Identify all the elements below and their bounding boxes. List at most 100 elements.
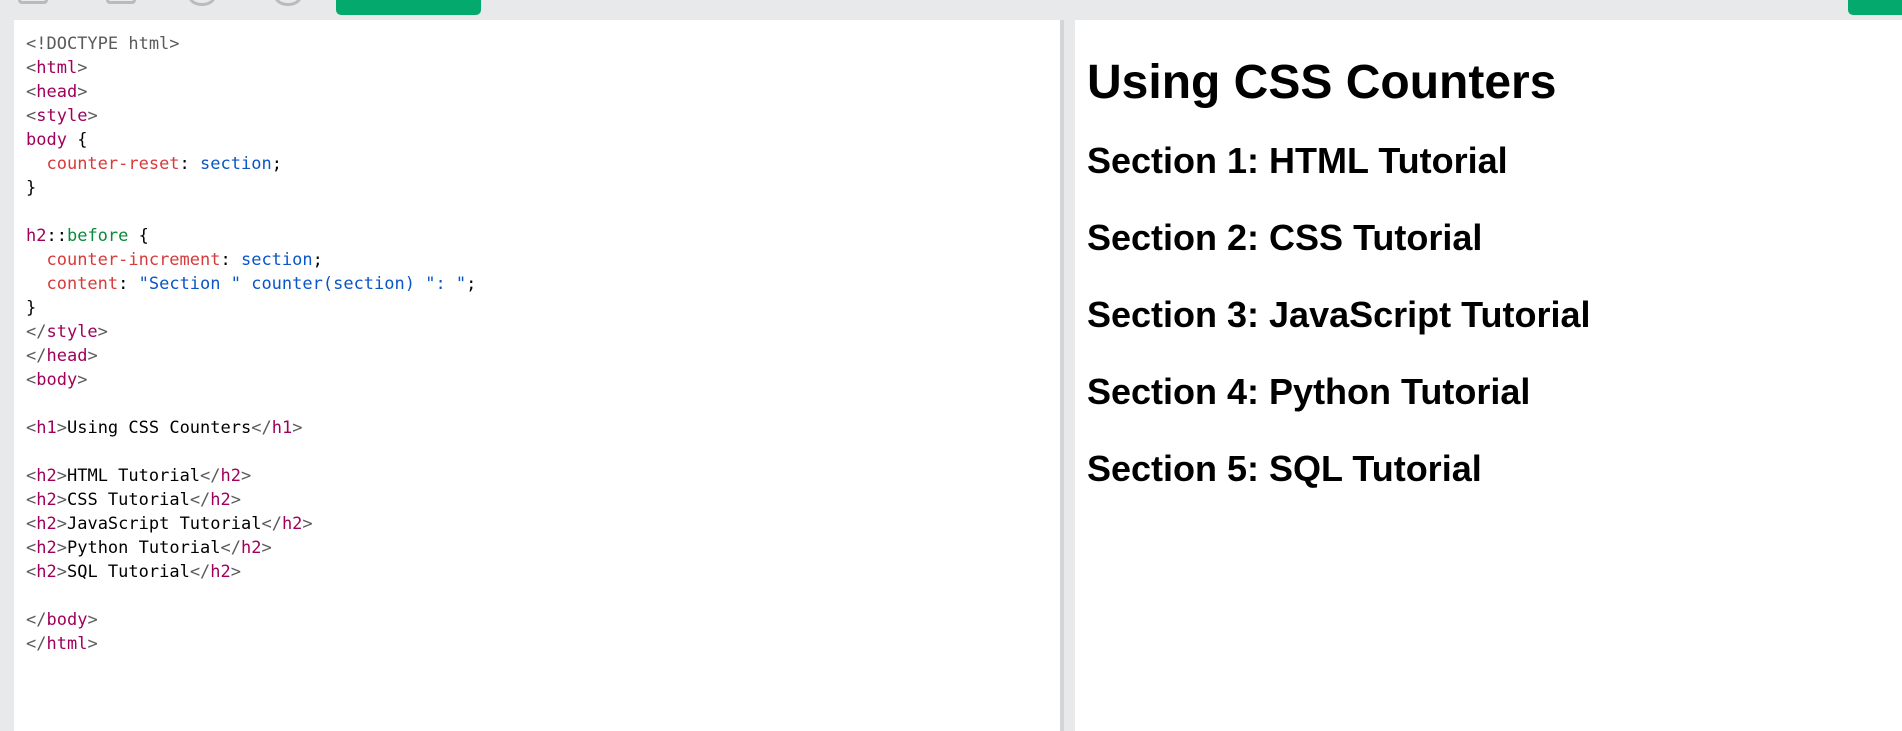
code-line[interactable]: h2::before { [26,224,1060,248]
code-token: section [333,274,405,294]
code-token: < [26,106,37,126]
code-token: > [241,466,252,486]
code-line[interactable]: </style> [26,320,1060,344]
preview-section-heading: Section 2: CSS Tutorial [1087,217,1483,258]
code-line[interactable]: <!DOCTYPE html> [26,32,1060,56]
code-line[interactable]: <h2>SQL Tutorial</h2> [26,560,1060,584]
home-icon[interactable] [106,0,136,4]
code-token: :: [46,226,67,246]
code-token: < [26,490,37,510]
menu-icon[interactable] [18,0,48,4]
code-line[interactable] [26,440,1060,464]
code-line[interactable]: <h2>CSS Tutorial</h2> [26,488,1060,512]
code-token: h2 [36,538,57,558]
code-token: SQL Tutorial [66,562,190,582]
code-token: section [200,154,272,174]
code-line[interactable]: content: "Section " counter(section) ": … [26,272,1060,296]
code-token: counter-increment [46,250,221,270]
code-token: > [56,466,67,486]
code-token: before [66,226,129,246]
code-editor[interactable]: <!DOCTYPE html> <html> <head> <style> body {… [14,20,1060,731]
code-token: > [292,418,303,438]
code-token: } [26,178,37,198]
code-token: : [118,274,139,294]
code-line[interactable]: } [26,296,1060,320]
code-line[interactable] [26,584,1060,608]
code-line[interactable] [26,392,1060,416]
code-token: JavaScript Tutorial [66,514,262,534]
code-line[interactable]: </body> [26,608,1060,632]
code-line[interactable]: <h2>HTML Tutorial</h2> [26,464,1060,488]
code-token: Using CSS Counters [66,418,252,438]
code-line[interactable]: body { [26,128,1060,152]
code-token: > [87,610,98,630]
code-text[interactable]: <!DOCTYPE html> <html> <head> <style> body {… [26,32,1060,656]
code-token: } [26,298,37,318]
code-token: > [56,418,67,438]
code-line[interactable]: } [26,176,1060,200]
code-token: "Section " counter( [138,274,334,294]
code-token: < [26,466,37,486]
code-token: < [26,418,37,438]
code-token: : [220,250,241,270]
code-token: ) ": " [404,274,467,294]
code-token: h1 [36,418,57,438]
run-button[interactable] [336,0,481,15]
code-token: { [128,226,149,246]
code-line[interactable]: counter-increment: section; [26,248,1060,272]
code-token: h2 [281,514,303,534]
get-website-button[interactable] [1848,0,1902,15]
code-token: > [77,82,88,102]
code-token: html [36,58,78,78]
code-token: > [56,538,67,558]
code-line[interactable]: <h2>Python Tutorial</h2> [26,536,1060,560]
code-token: CSS Tutorial [66,490,190,510]
preview-section-heading: Section 3: JavaScript Tutorial [1087,294,1591,335]
code-line[interactable]: <style> [26,104,1060,128]
code-token: Python Tutorial [66,538,221,558]
preview-section-heading: Section 5: SQL Tutorial [1087,448,1482,489]
code-token: > [230,490,242,510]
code-token: < [26,562,37,582]
code-token: ; [312,250,323,270]
code-line[interactable]: counter-reset: section; [26,152,1060,176]
code-line[interactable]: <h1>Using CSS Counters</h1> [26,416,1060,440]
preview-heading-1: Using CSS Counters [1087,56,1557,109]
code-line[interactable]: <html> [26,56,1060,80]
code-line[interactable]: <head> [26,80,1060,104]
code-token: body [36,370,78,390]
preview-section-heading: Section 4: Python Tutorial [1087,371,1531,412]
code-token: style [36,106,88,126]
code-line[interactable]: </head> [26,344,1060,368]
code-line[interactable]: </html> [26,632,1060,656]
code-token: < [26,58,37,78]
code-token: h2 [36,490,57,510]
code-token: h2 [220,466,242,486]
code-token: ; [271,154,282,174]
code-token: < [26,82,37,102]
code-line[interactable]: <h2>JavaScript Tutorial</h2> [26,512,1060,536]
code-token: </ [26,610,47,630]
code-token: > [302,514,313,534]
code-token: > [56,490,67,510]
code-token: h1 [271,418,293,438]
code-token: h2 [210,562,231,582]
code-token: section [240,250,313,270]
code-line[interactable]: <body> [26,368,1060,392]
code-token: < [26,370,37,390]
code-token: > [87,346,98,366]
theme-icon[interactable] [188,0,216,6]
code-token: h2 [36,466,57,486]
code-token: </ [220,538,241,558]
code-line[interactable] [26,200,1060,224]
code-token: h2 [36,514,57,534]
code-token: </ [189,490,211,510]
code-token: </ [251,418,272,438]
code-token: > [56,562,67,582]
code-token: h2 [210,490,231,510]
code-token: > [87,106,98,126]
settings-icon[interactable] [274,0,302,6]
